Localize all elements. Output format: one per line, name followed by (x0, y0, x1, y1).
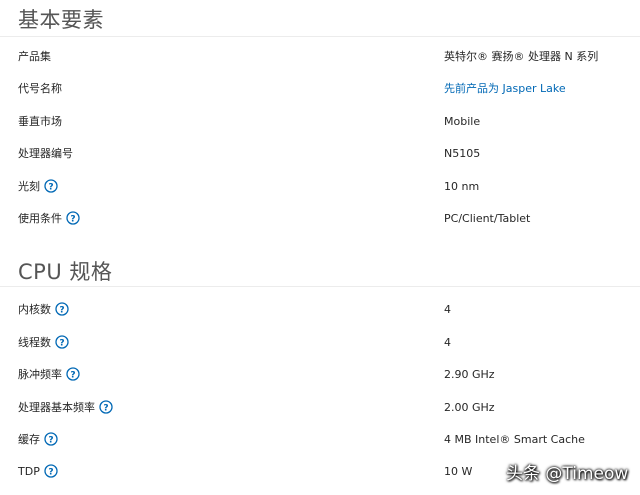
spec-row-lithography: 光刻? 10 nm (0, 171, 640, 203)
code-name-link[interactable]: 先前产品为 Jasper Lake (444, 73, 566, 105)
spec-label: 线程数? (18, 327, 69, 359)
svg-text:?: ? (48, 182, 53, 192)
svg-text:?: ? (103, 403, 108, 413)
spec-value: 10 nm (444, 180, 480, 193)
spec-label: 脉冲频率? (18, 359, 80, 391)
spec-label-text: 内核数 (18, 303, 51, 316)
section-divider (0, 36, 640, 37)
spec-label: TDP? (18, 456, 58, 488)
svg-text:?: ? (70, 370, 75, 380)
spec-value: 2.00 GHz (444, 401, 495, 414)
spec-row-code-name: 代号名称 先前产品为 Jasper Lake (0, 73, 640, 105)
spec-label: 光刻? (18, 171, 58, 203)
spec-row-cores: 内核数? 4 (0, 294, 640, 326)
svg-text:?: ? (59, 338, 64, 348)
spec-value: 英特尔® 赛扬® 处理器 N 系列 (444, 50, 599, 63)
question-circle-icon[interactable]: ? (66, 210, 80, 225)
question-circle-icon[interactable]: ? (99, 399, 113, 414)
spec-value: N5105 (444, 147, 481, 160)
question-circle-icon[interactable]: ? (55, 301, 69, 316)
question-circle-icon[interactable]: ? (44, 431, 58, 446)
svg-text:?: ? (48, 467, 53, 477)
spec-label: 缓存? (18, 424, 58, 456)
spec-row-product-collection: 产品集 英特尔® 赛扬® 处理器 N 系列 (0, 41, 640, 73)
question-circle-icon[interactable]: ? (66, 366, 80, 381)
question-circle-icon[interactable]: ? (55, 334, 69, 349)
spec-value: PC/Client/Tablet (444, 212, 531, 225)
question-circle-icon[interactable]: ? (44, 463, 58, 478)
spec-label: 使用条件? (18, 203, 80, 235)
spec-value: 10 W (444, 465, 473, 478)
spec-label-text: 缓存 (18, 433, 40, 446)
svg-text:?: ? (59, 305, 64, 315)
spec-row-cache: 缓存? 4 MB Intel® Smart Cache (0, 424, 640, 456)
spec-label-text: 处理器基本频率 (18, 401, 95, 414)
spec-label: 处理器编号 (18, 147, 73, 160)
spec-label: 内核数? (18, 294, 69, 326)
section-title-cpu: CPU 规格 (18, 260, 113, 284)
watermark: 头条 @Timeow (506, 464, 629, 484)
spec-label-text: 线程数 (18, 336, 51, 349)
spec-label-text: 光刻 (18, 180, 40, 193)
spec-row-base-frequency: 处理器基本频率? 2.00 GHz (0, 392, 640, 424)
spec-label: 处理器基本频率? (18, 392, 113, 424)
svg-text:?: ? (70, 214, 75, 224)
spec-label-text: 使用条件 (18, 212, 62, 225)
spec-label-text: TDP (18, 465, 40, 478)
spec-row-burst-frequency: 脉冲频率? 2.90 GHz (0, 359, 640, 391)
spec-value: 2.90 GHz (444, 368, 495, 381)
question-circle-icon[interactable]: ? (44, 178, 58, 193)
spec-row-threads: 线程数? 4 (0, 327, 640, 359)
spec-row-vertical-segment: 垂直市场 Mobile (0, 106, 640, 138)
spec-label: 垂直市场 (18, 115, 62, 128)
spec-label: 代号名称 (18, 82, 62, 95)
spec-value: 4 MB Intel® Smart Cache (444, 433, 585, 446)
svg-text:?: ? (48, 435, 53, 445)
section-title-basic: 基本要素 (18, 8, 104, 32)
spec-row-use-conditions: 使用条件? PC/Client/Tablet (0, 203, 640, 235)
spec-row-processor-number: 处理器编号 N5105 (0, 138, 640, 170)
spec-value: 4 (444, 336, 451, 349)
spec-value: Mobile (444, 115, 481, 128)
spec-label-text: 脉冲频率 (18, 368, 62, 381)
spec-value: 4 (444, 303, 451, 316)
spec-label: 产品集 (18, 50, 51, 63)
section-divider (0, 286, 640, 287)
